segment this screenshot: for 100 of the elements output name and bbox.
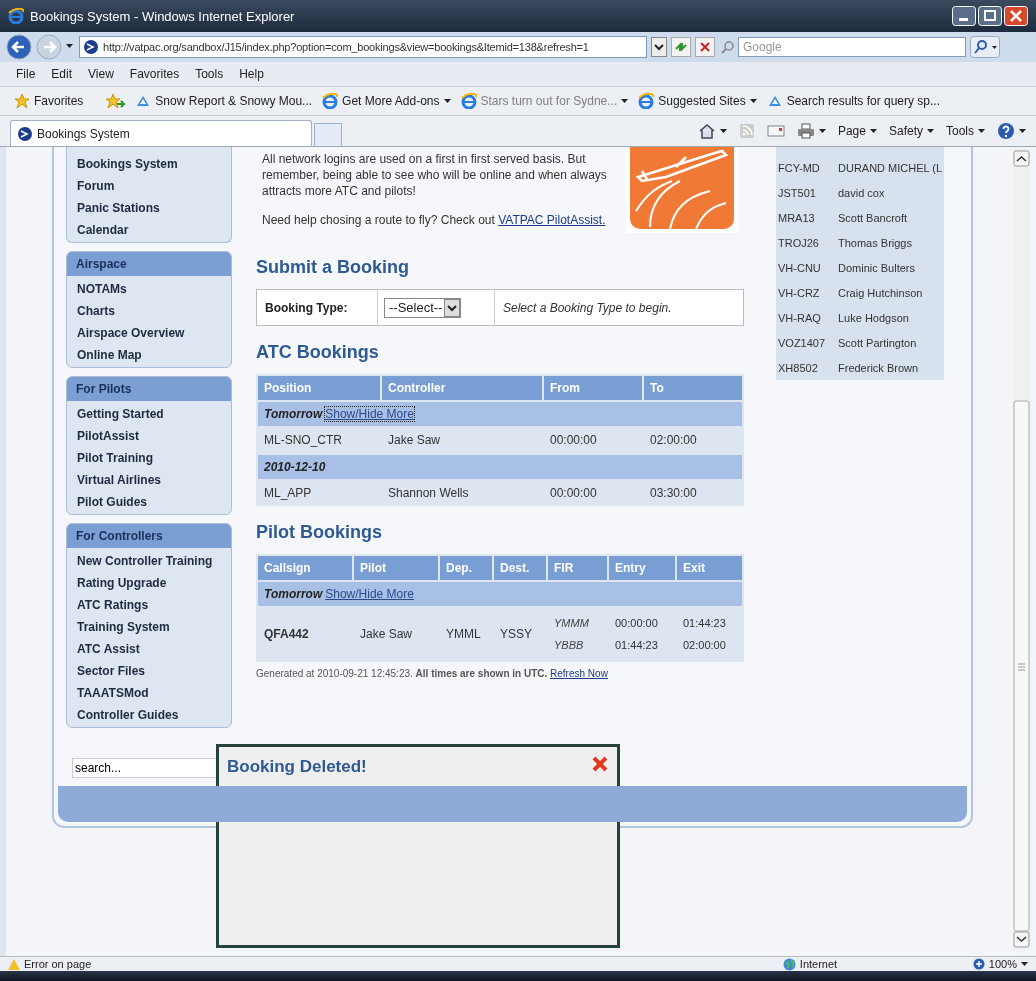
- show-hide-link[interactable]: Show/Hide More: [325, 407, 414, 421]
- page-icon: [17, 125, 33, 142]
- booking-type-select[interactable]: --Select--: [384, 297, 462, 318]
- menu-link[interactable]: PilotAssist: [67, 425, 231, 447]
- menu-link[interactable]: Pilot Training: [67, 447, 231, 469]
- star-icon: [14, 93, 30, 109]
- callsign-text: VH-RAQ: [778, 311, 822, 324]
- command-menu[interactable]: Page: [837, 124, 877, 138]
- table-cell-text: 02:00:00: [683, 639, 727, 651]
- favorites-button[interactable]: Favorites: [14, 93, 84, 109]
- caret-icon: [978, 129, 985, 133]
- menu-link[interactable]: Charts: [67, 300, 231, 322]
- favorites-link[interactable]: Get More Add-ons: [322, 93, 451, 109]
- caret-icon[interactable]: [66, 44, 75, 50]
- menu-link[interactable]: Pilot Guides: [67, 491, 231, 513]
- menu-link[interactable]: Controller Guides: [67, 704, 231, 726]
- zone-indicator: Internet: [782, 957, 933, 971]
- column-header: Exit: [677, 556, 742, 580]
- name-text: david cox: [838, 186, 885, 199]
- menu-heading: Airspace: [67, 252, 231, 276]
- browser-icon: [638, 93, 655, 109]
- group-label: Tomorrow: [264, 407, 323, 421]
- intro-paragraph: All network logins are used on a first in first served basis. But remember, being able to see who will be online and when always attracts more ATC and pilots!: [262, 151, 608, 199]
- menu-link[interactable]: Calendar: [67, 219, 231, 241]
- menu-link[interactable]: Rating Upgrade: [67, 572, 231, 594]
- favorites-link[interactable]: Search results for query sp...: [766, 93, 941, 109]
- name-text: Frederick Brown: [838, 361, 919, 374]
- menu-item[interactable]: Tools: [195, 67, 224, 81]
- menu-link[interactable]: Panic Stations: [67, 197, 231, 219]
- dropdown-icon[interactable]: [651, 37, 667, 57]
- table-cell-text: YMML: [445, 627, 482, 641]
- help-paragraph: Need help chosing a route to fly? Check out VATPAC PilotAssist.: [262, 212, 607, 228]
- favorites-link[interactable]: Snow Report & Snowy Mou...: [135, 93, 313, 109]
- favorites-link[interactable]: Suggested Sites: [638, 93, 757, 109]
- column-header: FIR: [548, 556, 607, 580]
- menu-link[interactable]: Airspace Overview: [67, 322, 231, 344]
- back-icon[interactable]: [6, 34, 32, 60]
- table-cell-text: YSSY: [499, 627, 533, 641]
- home-button[interactable]: [697, 123, 727, 139]
- menu-link[interactable]: Training System: [67, 616, 231, 638]
- menu-link[interactable]: ATC Ratings: [67, 594, 231, 616]
- table-cell-text: Jake Saw: [359, 627, 414, 641]
- help-button[interactable]: [997, 122, 1026, 140]
- callsign-text: XH8502: [778, 361, 819, 374]
- caret-icon: [869, 129, 877, 133]
- show-hide-link[interactable]: Show/Hide More: [325, 587, 414, 601]
- refresh-link[interactable]: Refresh Now: [550, 668, 608, 679]
- zoom-button[interactable]: 100%: [972, 958, 1028, 970]
- search-field[interactable]: Google: [738, 37, 966, 57]
- name-text: Craig Hutchinson: [838, 286, 923, 299]
- section-heading: Submit a Booking: [256, 256, 410, 279]
- menu-link[interactable]: New Controller Training: [67, 550, 231, 572]
- add-favorite-icon[interactable]: [105, 92, 126, 110]
- group-label: Tomorrow: [264, 587, 323, 601]
- pilotassist-link[interactable]: VATPAC PilotAssist.: [498, 213, 606, 227]
- name-text: Dominic Bulters: [838, 261, 916, 274]
- menu-link[interactable]: Sector Files: [67, 660, 231, 682]
- table-cell-text: ML-SNO_CTR: [263, 432, 343, 447]
- group-label: 2010-12-10: [264, 460, 326, 474]
- mail-icon[interactable]: [766, 124, 785, 138]
- menu-item[interactable]: Favorites: [129, 67, 180, 81]
- menu-heading: For Controllers: [67, 524, 231, 548]
- print-button[interactable]: [796, 123, 826, 139]
- callsign-text: MRA13: [778, 211, 816, 224]
- menu-item[interactable]: File: [16, 67, 36, 81]
- close-icon[interactable]: [591, 755, 609, 773]
- stop-icon[interactable]: [695, 37, 715, 57]
- scrollbar[interactable]: [1013, 149, 1030, 949]
- menu-link[interactable]: Online Map: [67, 344, 231, 366]
- generated-note: Generated at 2010-09-21 12:45:23. All times are shown in UTC. Refresh Now: [256, 668, 609, 679]
- home-icon: [697, 123, 716, 139]
- address-field[interactable]: http://vatpac.org/sandbox/J15/index.php?option=com_bookings&view=bookings&Itemid=138&refresh=1: [79, 36, 647, 58]
- browser-tab[interactable]: Bookings System: [10, 120, 312, 146]
- menu-link[interactable]: Bookings System: [67, 153, 231, 175]
- menu-link[interactable]: TAAATSMod: [67, 682, 231, 704]
- status-message[interactable]: Error on page: [8, 958, 92, 970]
- table-cell-text: Jake Saw: [387, 432, 442, 447]
- menu-link[interactable]: Virtual Airlines: [67, 469, 231, 491]
- menu-link[interactable]: NOTAMs: [67, 278, 231, 300]
- minimize-icon[interactable]: [952, 6, 976, 26]
- command-menu[interactable]: Safety: [888, 124, 934, 138]
- menu-link[interactable]: ATC Assist: [67, 638, 231, 660]
- menu-item[interactable]: View: [88, 67, 114, 81]
- section-heading: ATC Bookings: [256, 341, 380, 364]
- column-header: To: [644, 376, 742, 400]
- table-cell-text: 01:44:23: [615, 639, 659, 651]
- section-heading: Pilot Bookings: [256, 521, 383, 544]
- table-cell-text: ML_APP: [263, 485, 313, 500]
- command-menu[interactable]: Tools: [946, 124, 985, 138]
- callsign-text: JST501: [778, 186, 817, 199]
- menu-link[interactable]: Forum: [67, 175, 231, 197]
- callsign-text: VOZ1407: [778, 336, 827, 349]
- menu-link[interactable]: Getting Started: [67, 403, 231, 425]
- menu-item[interactable]: Help: [239, 67, 264, 81]
- caret-icon: [621, 99, 629, 103]
- menu-item[interactable]: Edit: [51, 67, 73, 81]
- maximize-icon[interactable]: [978, 6, 1002, 26]
- browser-icon: [8, 8, 24, 24]
- search-icon[interactable]: [970, 36, 1000, 58]
- table-cell-text: YBBB: [554, 639, 585, 651]
